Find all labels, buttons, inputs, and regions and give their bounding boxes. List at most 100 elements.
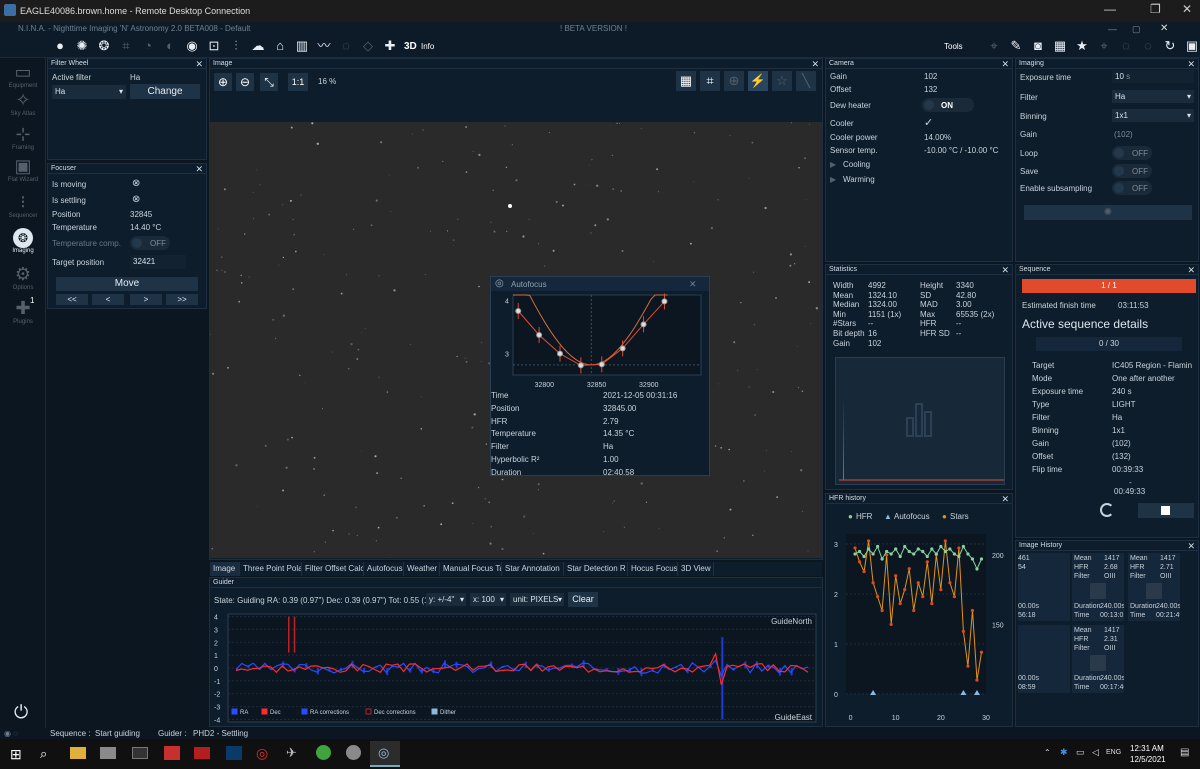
telescope-app-icon[interactable]: ✈ xyxy=(286,745,297,761)
bulb-icon[interactable]: ◌ xyxy=(338,38,354,54)
history-card[interactable]: Mean HFR Filter 1417 2.68 OIII Duration Time 240… xyxy=(1072,553,1124,621)
close-icon[interactable]: ✕ xyxy=(195,59,203,69)
tab-2[interactable]: Filter Offset Calc xyxy=(302,562,364,576)
switch-icon[interactable]: ⊡ xyxy=(206,38,222,54)
x-range-select[interactable]: x: 100 ▾ xyxy=(470,593,506,606)
star-outline-icon[interactable]: ☆ xyxy=(772,71,792,91)
close-icon[interactable]: ✕ xyxy=(1187,59,1195,69)
app-icon-red[interactable] xyxy=(164,746,180,760)
tab-7[interactable]: Star Detection R xyxy=(564,562,628,576)
clock-date[interactable]: 12/5/2021 xyxy=(1130,755,1166,764)
one-to-one-button[interactable]: 1:1 xyxy=(288,73,308,91)
tool-icon-7[interactable]: ◌ xyxy=(1118,38,1134,54)
maximize-icon[interactable]: ❐ xyxy=(1150,2,1161,16)
rotator-icon[interactable]: ⌗ xyxy=(118,38,134,54)
zoom-out-icon[interactable]: ⊖ xyxy=(236,73,254,91)
filterwheel-icon[interactable]: ✺ xyxy=(74,38,90,54)
search-icon[interactable]: ⌕ xyxy=(40,746,47,762)
tab-0[interactable]: Image xyxy=(210,562,240,576)
tool-icon-3[interactable]: ◙ xyxy=(1030,38,1046,54)
loop-toggle[interactable]: OFF xyxy=(1112,146,1152,160)
line-icon[interactable]: ╲ xyxy=(796,71,816,91)
history-card[interactable]: 00.00s 08:59 xyxy=(1018,625,1070,693)
shield-icon[interactable]: ◇ xyxy=(360,38,376,54)
bluetooth-icon[interactable]: ✱ xyxy=(1060,747,1068,758)
tab-8[interactable]: Hocus Focus xyxy=(628,562,678,576)
history-card[interactable]: Mean HFR Filter 1417 2.71 OIII Duration Time 240… xyxy=(1128,553,1180,621)
history-icon[interactable]: ↻ xyxy=(1162,38,1178,54)
capture-button[interactable]: ✺ xyxy=(1024,205,1192,220)
clear-button[interactable]: Clear xyxy=(568,592,598,607)
tool-icon-6[interactable]: ⌖ xyxy=(1096,38,1112,54)
close-icon[interactable]: ✕ xyxy=(1182,2,1192,16)
weather-icon[interactable]: ☁ xyxy=(250,38,266,54)
move-button[interactable]: Move xyxy=(56,277,198,291)
close-icon[interactable]: ✕ xyxy=(1187,265,1195,275)
guider-icon[interactable]: ◉ xyxy=(184,38,200,54)
step-right-button[interactable]: > xyxy=(130,294,162,305)
target-icon[interactable]: ⊕ xyxy=(724,71,744,91)
flatpanel-icon[interactable]: ⌂ xyxy=(272,38,288,54)
close-icon[interactable]: ✕ xyxy=(195,164,203,174)
tab-9[interactable]: 3D View xyxy=(678,562,714,576)
step-far-right-button[interactable]: >> xyxy=(166,294,198,305)
telescope-icon[interactable]: ◔ xyxy=(140,38,156,54)
app-minimize-icon[interactable]: — xyxy=(1108,24,1117,34)
tool-icon-1[interactable]: ⌖ xyxy=(986,38,1002,54)
expand-triangle-icon[interactable]: ▶ xyxy=(830,160,836,169)
grid-icon[interactable]: ▦ xyxy=(676,71,696,91)
tab-4[interactable]: Weather xyxy=(404,562,440,576)
nina-taskbar-icon[interactable]: ◎ xyxy=(370,741,400,767)
app-maximize-icon[interactable]: ▢ xyxy=(1132,24,1141,35)
terminal-icon[interactable] xyxy=(132,747,148,759)
unit-select[interactable]: unit: PIXELS ▾ xyxy=(510,593,564,606)
history-card[interactable]: 461 54 00.00s 56:18 xyxy=(1018,553,1070,621)
binning-select[interactable]: 1x1 ▾ xyxy=(1112,109,1194,122)
change-filter-button[interactable]: Change xyxy=(130,84,200,99)
warming-expander[interactable]: Warming xyxy=(843,175,875,184)
subsample-toggle[interactable]: OFF xyxy=(1112,181,1152,195)
plugin-icon[interactable]: ✚ xyxy=(382,38,398,54)
app-icon-target[interactable]: ◎ xyxy=(256,745,268,762)
notification-icon[interactable]: ▤ xyxy=(1180,747,1189,758)
app-icon-blue[interactable] xyxy=(226,746,242,760)
phd2-icon[interactable] xyxy=(316,745,331,760)
bar-chart-icon[interactable]: ▥ xyxy=(294,38,310,54)
close-icon[interactable]: ✕ xyxy=(1001,494,1009,504)
clock-time[interactable]: 12:31 AM xyxy=(1130,744,1164,753)
cooling-expander[interactable]: Cooling xyxy=(843,160,870,169)
filter-select[interactable]: Ha ▾ xyxy=(1112,90,1194,103)
tab-1[interactable]: Three Point Pola xyxy=(240,562,302,576)
focuser-icon[interactable]: ❂ xyxy=(96,38,112,54)
sliders-icon[interactable]: ⫶ xyxy=(228,38,244,54)
save-toggle[interactable]: OFF xyxy=(1112,164,1152,178)
three-d-button[interactable]: 3D xyxy=(404,41,417,52)
file-explorer-icon[interactable] xyxy=(70,747,86,759)
camera-connect-icon[interactable]: ● xyxy=(52,38,68,54)
windows-start-icon[interactable]: ⊞ xyxy=(10,746,22,763)
trend-icon[interactable]: 〰 xyxy=(316,38,332,54)
magic-wand-icon[interactable]: ⚡ xyxy=(748,71,768,91)
step-far-left-button[interactable]: << xyxy=(56,294,88,305)
zoom-in-icon[interactable]: ⊕ xyxy=(214,73,232,91)
step-left-button[interactable]: < xyxy=(92,294,124,305)
minimize-icon[interactable]: — xyxy=(1104,2,1116,16)
network-icon[interactable]: ▭ xyxy=(1076,747,1085,758)
fit-icon[interactable]: ⤡ xyxy=(260,73,278,91)
app-close-icon[interactable]: ✕ xyxy=(1160,23,1168,34)
expand-triangle-icon[interactable]: ▶ xyxy=(830,175,836,184)
filter-select[interactable]: Ha ▾ xyxy=(52,85,126,99)
stop-button[interactable] xyxy=(1138,503,1194,518)
nav-plugins[interactable]: ✚ Plugins xyxy=(0,294,46,338)
close-icon[interactable]: ✕ xyxy=(811,59,819,69)
close-icon[interactable]: ✕ xyxy=(1187,541,1195,551)
asi-icon[interactable] xyxy=(194,747,210,759)
y-range-select[interactable]: y: +/-4" ▾ xyxy=(426,593,466,606)
power-icon[interactable]: ⏻ xyxy=(14,702,28,723)
tab-5[interactable]: Manual Focus Ta xyxy=(440,562,502,576)
app-icon-moon[interactable] xyxy=(346,745,361,760)
dew-heater-toggle[interactable]: ON xyxy=(922,98,974,112)
target-position-input[interactable]: 32421 xyxy=(130,255,186,269)
app-icon-drive[interactable] xyxy=(100,747,116,759)
star-icon[interactable]: ★ xyxy=(1074,38,1090,54)
